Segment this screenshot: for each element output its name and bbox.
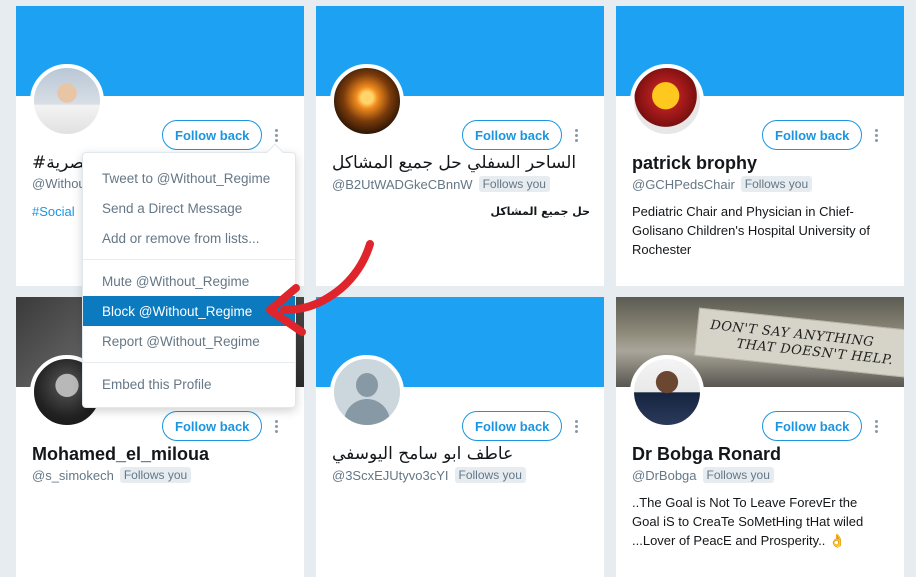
tape-strip: DON'T SAY ANYTHING THAT DOESN'T HELP. <box>694 307 904 379</box>
handle[interactable]: @GCHPedsChair <box>632 177 735 192</box>
bio-line: Pediatric Chair and Physician in Chief- <box>632 204 854 219</box>
follow-back-button[interactable]: Follow back <box>762 411 863 441</box>
bio-line: Golisano Children's Hospital University … <box>632 223 871 238</box>
follows-you-badge: Follows you <box>702 467 774 483</box>
display-name[interactable]: عاطف ابو سامح اليوسفي <box>332 444 513 464</box>
menu-item-embed[interactable]: Embed this Profile <box>83 369 295 399</box>
handle-row: @DrBobga Follows you <box>632 467 774 483</box>
bio: حل جميع المشاكل <box>490 205 590 218</box>
avatar[interactable] <box>330 64 404 138</box>
menu-item-direct-message[interactable]: Send a Direct Message <box>83 193 295 223</box>
profile-card-3: Follow back patrick brophy @GCHPedsChair… <box>616 6 904 286</box>
follow-back-button[interactable]: Follow back <box>162 120 263 150</box>
bio-line: Rochester <box>632 242 692 257</box>
bio: ..The Goal is Not To Leave ForevEr the G… <box>632 493 863 550</box>
more-options-icon[interactable] <box>267 124 285 146</box>
bio: Pediatric Chair and Physician in Chief- … <box>632 202 870 259</box>
menu-divider <box>83 362 295 363</box>
more-options-icon[interactable] <box>567 124 585 146</box>
display-name[interactable]: patrick brophy <box>632 153 757 174</box>
handle-row: @B2UtWADGkeCBnnW Follows you <box>332 176 550 192</box>
more-options-icon[interactable] <box>867 415 885 437</box>
display-name[interactable]: Dr Bobga Ronard <box>632 444 781 465</box>
profile-card-6: DON'T SAY ANYTHING THAT DOESN'T HELP. Fo… <box>616 297 904 577</box>
display-name[interactable]: Mohamed_el_miloua <box>32 444 209 465</box>
red-arrow-annotation <box>266 240 374 336</box>
handle[interactable]: @3ScxEJUtyvo3cYI <box>332 468 449 483</box>
handle[interactable]: @DrBobga <box>632 468 697 483</box>
avatar[interactable] <box>30 64 104 138</box>
display-name[interactable]: الساحر السفلي حل جميع المشاكل <box>332 153 576 173</box>
avatar[interactable] <box>630 64 704 138</box>
handle-row: @3ScxEJUtyvo3cYI Follows you <box>332 467 526 483</box>
handle-row: @s_simokech Follows you <box>32 467 192 483</box>
more-options-icon[interactable] <box>867 124 885 146</box>
avatar[interactable] <box>630 355 704 429</box>
more-options-icon[interactable] <box>567 415 585 437</box>
follows-you-badge: Follows you <box>478 176 550 192</box>
follows-you-badge: Follows you <box>740 176 813 192</box>
bio-line: ...Lover of PeacE and Prosperity.. 👌 <box>632 533 846 548</box>
default-avatar-head <box>356 373 378 397</box>
follow-back-button[interactable]: Follow back <box>162 411 263 441</box>
follows-you-badge: Follows you <box>454 467 526 483</box>
bio-line: ..The Goal is Not To Leave ForevEr the <box>632 495 858 510</box>
default-avatar-icon[interactable] <box>330 355 404 429</box>
handle[interactable]: @B2UtWADGkeCBnnW <box>332 177 473 192</box>
handle[interactable]: @s_simokech <box>32 468 114 483</box>
banner-text: DON'T SAY ANYTHING THAT DOESN'T HELP. <box>708 318 896 369</box>
handle-row: @GCHPedsChair Follows you <box>632 176 813 192</box>
menu-item-tweet-to[interactable]: Tweet to @Without_Regime <box>83 163 295 193</box>
more-options-icon[interactable] <box>267 415 285 437</box>
follow-back-button[interactable]: Follow back <box>762 120 863 150</box>
bio-line: Goal iS to CreaTe SoMetHing tHat wiled <box>632 514 864 529</box>
default-avatar-body <box>344 399 390 425</box>
follow-back-button[interactable]: Follow back <box>462 120 563 150</box>
follows-you-badge: Follows you <box>119 467 192 483</box>
follow-back-button[interactable]: Follow back <box>462 411 563 441</box>
bio-hashtag[interactable]: #Social <box>32 202 75 221</box>
